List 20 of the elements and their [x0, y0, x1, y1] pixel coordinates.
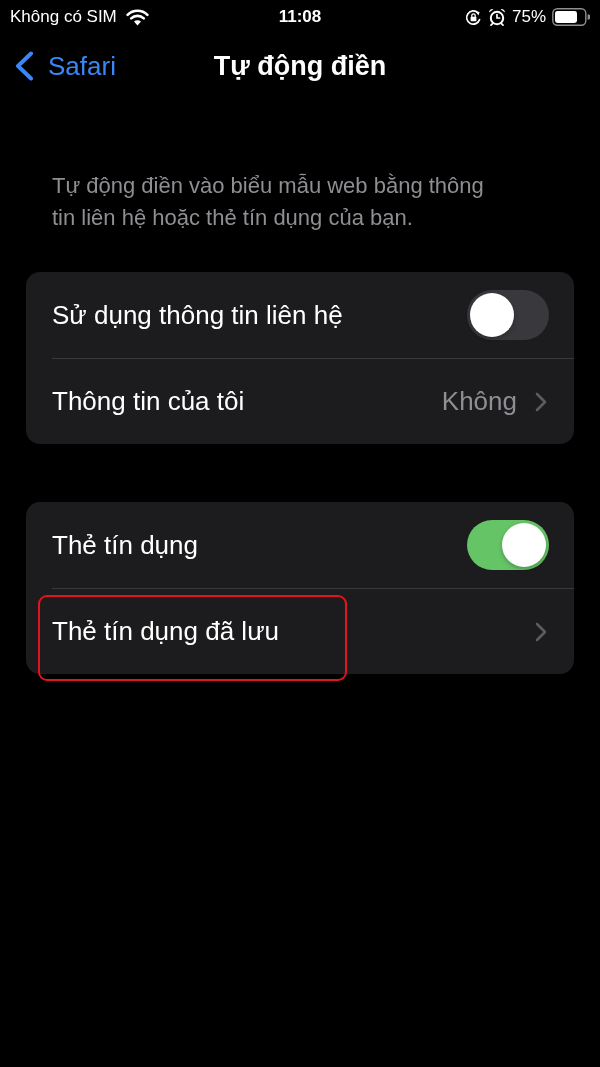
battery-icon — [552, 8, 590, 26]
back-button[interactable]: Safari — [0, 50, 120, 82]
clock-time: 11:08 — [278, 7, 322, 27]
battery-percent: 75% — [511, 7, 546, 27]
screen-title: Tự động điền — [213, 50, 387, 82]
chevron-icon — [535, 391, 547, 412]
toggle-switch[interactable] — [467, 290, 549, 340]
toggle-switch[interactable] — [467, 520, 549, 570]
carrier-label: Không có SIM — [10, 7, 117, 27]
rotation-lock-icon — [464, 8, 482, 26]
wifi-icon — [125, 8, 149, 26]
row-label[interactable]: Thẻ tín dụng đã lưu — [52, 616, 535, 647]
row-label[interactable]: Thông tin của tôi — [52, 386, 442, 417]
chevron-icon — [14, 51, 34, 81]
section-description: Tự động điền vào biểu mẫu web bằng thông tin liên hệ hoặc thẻ tín dụng của bạn. — [52, 172, 485, 232]
chevron-icon — [535, 621, 547, 642]
alarm-clock-icon — [487, 8, 506, 26]
row-label: Thẻ tín dụng — [52, 529, 199, 561]
row-label: Sử dụng thông tin liên hệ — [52, 299, 344, 331]
row-value: Không — [441, 386, 517, 417]
